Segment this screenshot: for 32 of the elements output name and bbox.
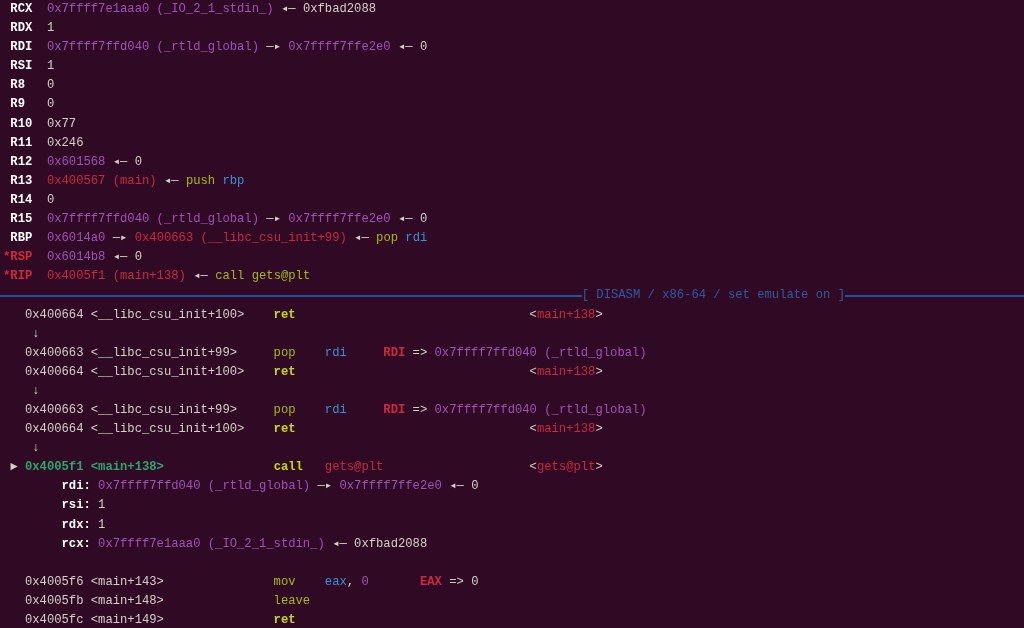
register-line: R15 0x7ffff7ffd040 (_rtld_global) —▸ 0x7ffff7ffe2e0 ◂— 0 xyxy=(9,211,428,229)
argument-line: rdi: 0x7ffff7ffd040 (_rtld_global) —▸ 0x7ffff7ffe2e0 ◂— 0 xyxy=(60,478,479,496)
register-line: R9 0 xyxy=(9,96,55,114)
register-line: RSI 1 xyxy=(9,58,55,76)
argument-line: rcx: 0x7ffff7e1aaa0 (_IO_2_1_stdin_) ◂— 0xfbad2088 xyxy=(60,535,428,553)
instruction-line: 0x4005fc <main+149> ret xyxy=(23,612,296,628)
register-line: R10 0x77 xyxy=(9,115,77,133)
instruction-line: 0x400664 <__libc_csu_init+100> ret <main+138> xyxy=(23,421,603,439)
register-line: R8 0 xyxy=(9,77,55,95)
register-line: RBP 0x6014a0 —▸ 0x400663 (__libc_csu_init+99) ◂— pop rdi xyxy=(9,230,428,248)
instruction-line: 0x400663 <__libc_csu_init+99> pop rdi RDI => 0x7ffff7ffd040 (_rtld_global) xyxy=(23,401,647,419)
instruction-line: ► 0x4005f1 <main+138> call gets@plt <gets@plt> xyxy=(9,459,603,477)
register-line: R12 0x601568 ◂— 0 xyxy=(9,153,142,171)
section-header: [ DISASM / x86-64 / set emulate on ] xyxy=(581,287,845,305)
register-line: RCX 0x7ffff7e1aaa0 (_IO_2_1_stdin_) ◂— 0xfbad2088 xyxy=(9,1,377,18)
register-line: R13 0x400567 (main) ◂— push rbp xyxy=(9,172,245,190)
instruction-line: 0x4005fb <main+148> leave xyxy=(23,592,311,610)
argument-line: rdx: 1 xyxy=(60,516,106,534)
register-line: R14 0 xyxy=(9,191,55,209)
register-line: *RIP 0x4005f1 (main+138) ◂— call gets@plt xyxy=(3,268,311,286)
register-line: RDX 1 xyxy=(9,20,55,38)
register-line: *RSP 0x6014b8 ◂— 0 xyxy=(3,249,142,267)
jump-arrow: ↓ xyxy=(31,325,40,343)
argument-line: rsi: 1 xyxy=(60,497,106,515)
register-line: RDI 0x7ffff7ffd040 (_rtld_global) —▸ 0x7ffff7ffe2e0 ◂— 0 xyxy=(9,39,428,57)
instruction-line: 0x400664 <__libc_csu_init+100> ret <main+138> xyxy=(23,363,603,381)
instruction-line: 0x400663 <__libc_csu_init+99> pop rdi RDI => 0x7ffff7ffd040 (_rtld_global) xyxy=(23,344,647,362)
instruction-line: 0x4005f6 <main+143> mov eax, 0 EAX => 0 xyxy=(23,573,479,591)
instruction-line: 0x400664 <__libc_csu_init+100> ret <main+138> xyxy=(23,306,603,324)
jump-arrow: ↓ xyxy=(31,382,40,400)
jump-arrow: ↓ xyxy=(31,440,40,458)
register-line: R11 0x246 xyxy=(9,134,84,152)
